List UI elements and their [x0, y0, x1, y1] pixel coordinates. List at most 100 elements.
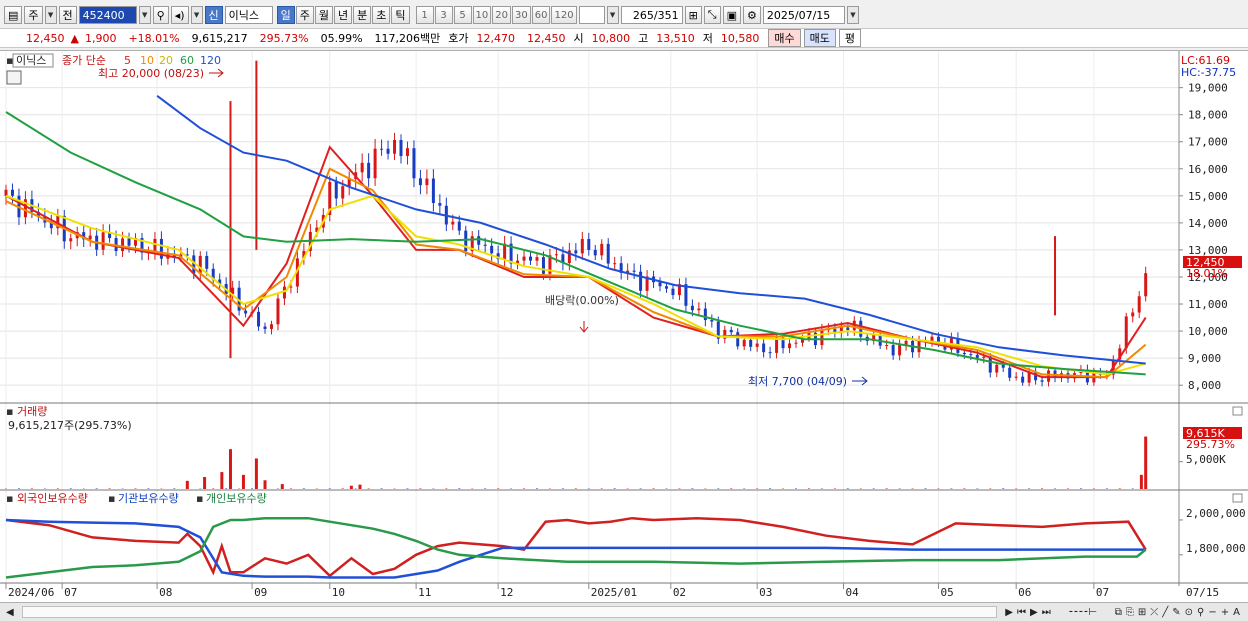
interval-custom-field[interactable] — [578, 6, 605, 24]
tool-rect-icon[interactable]: ⧉ — [1113, 607, 1124, 618]
zoom-icon[interactable]: ⤡ — [703, 6, 721, 24]
candle-body — [380, 148, 384, 150]
candle-body — [710, 320, 714, 322]
candle-body — [431, 178, 435, 204]
xtick-label-2: 08 — [159, 586, 172, 599]
candle-body — [367, 162, 371, 179]
chart-area[interactable]: 8,000 9,000 10,000 11,000 12,000 13,000 14,000… — [0, 50, 1248, 602]
scroll-first-icon[interactable]: ⏮ — [1015, 607, 1028, 618]
period-tab-1[interactable]: 주 — [295, 6, 314, 24]
interval-dropdown-icon[interactable]: ▼ — [606, 6, 619, 24]
candle-body — [10, 189, 14, 196]
candle-body — [1137, 296, 1141, 313]
ytick-label-9000: 9,000 — [1188, 352, 1221, 365]
candle-body — [846, 327, 850, 331]
window-menu-icon[interactable]: ▤ — [4, 6, 23, 24]
gear-icon[interactable]: ⚙ — [743, 6, 761, 24]
sell-button[interactable]: 매도 — [803, 29, 836, 47]
holding-legend-foreign: 외국인보유수량 — [17, 492, 88, 505]
candle-body — [1001, 364, 1005, 368]
interval-tab-60[interactable]: 60 — [531, 6, 551, 24]
scroll-right-icon[interactable]: ▶ — [1003, 607, 1015, 618]
price-change: 1,900 — [84, 31, 117, 45]
date-field[interactable]: 2025/07/15 — [762, 6, 845, 24]
scroll-left-icon[interactable]: ◀ — [4, 607, 16, 618]
save-icon[interactable]: ▣ — [722, 6, 742, 24]
candle-body — [399, 140, 403, 157]
period-tab-6[interactable]: 틱 — [391, 6, 410, 24]
candle-body — [522, 256, 526, 261]
candle-body — [580, 238, 584, 254]
count-field[interactable]: 265/351 — [620, 6, 683, 24]
type-select[interactable]: 전 — [58, 6, 77, 24]
sound-dropdown-icon[interactable]: ▼ — [190, 6, 203, 24]
period-tab-3[interactable]: 년 — [334, 6, 353, 24]
tool-copy-icon[interactable]: ⎘ — [1124, 607, 1136, 618]
interval-tabs: 1 3 5 10 20 30 60 120 — [415, 6, 577, 24]
volume-bar-small — [108, 488, 111, 489]
eval-button[interactable]: 평 — [838, 29, 862, 47]
interval-tab-1[interactable]: 1 — [415, 6, 434, 24]
candle-body — [736, 332, 740, 347]
tool-line-icon[interactable]: ╱ — [1160, 607, 1170, 618]
period-tab-5[interactable]: 초 — [372, 6, 391, 24]
interval-tab-20[interactable]: 20 — [492, 6, 512, 24]
interval-tab-30[interactable]: 30 — [512, 6, 531, 24]
market-dropdown-icon[interactable]: ▼ — [44, 6, 57, 24]
bottom-scrollbar[interactable]: ◀ ▶ ⏮ ▶ ⏭ ⁃⁃⁃⁃⊢ ⧉ ⎘ ⊞ ⤫ ╱ ✎ ⊙ ⚲ − + A — [0, 602, 1248, 621]
candle-body — [341, 186, 345, 199]
volume-bar-8 — [349, 485, 353, 489]
sound-icon[interactable]: ◂) — [170, 6, 189, 24]
holding-line-1 — [5, 518, 1146, 579]
code-dropdown-icon[interactable]: ▼ — [138, 6, 151, 24]
volume-bar-small — [497, 488, 500, 489]
volume-axis-label: 5,000K — [1186, 453, 1226, 466]
interval-tab-5[interactable]: 5 — [453, 6, 472, 24]
zoom-slider[interactable]: ⁃⁃⁃⁃⊢ — [1053, 607, 1113, 618]
tool-pen-icon[interactable]: ✎ — [1170, 607, 1182, 618]
zoom-in-icon[interactable]: + — [1219, 607, 1231, 618]
code-input[interactable]: 452400 — [78, 6, 137, 24]
volume-close-icon[interactable] — [1232, 406, 1243, 416]
period-tab-2[interactable]: 월 — [314, 6, 334, 24]
zoom-out-icon[interactable]: − — [1206, 607, 1218, 618]
table-icon[interactable] — [6, 70, 22, 85]
candle-body — [334, 181, 338, 199]
interval-tab-120[interactable]: 120 — [551, 6, 577, 24]
volume-bar-small — [30, 488, 33, 489]
candle-body — [360, 162, 364, 173]
chart-svg[interactable]: 8,0009,00010,00011,00012,00013,00014,000… — [0, 51, 1248, 603]
scroll-last-icon[interactable]: ⏭ — [1040, 607, 1053, 618]
holding-close-icon[interactable] — [1232, 493, 1243, 503]
tool-chart-icon[interactable]: ⊞ — [1136, 607, 1148, 618]
period-tab-4[interactable]: 분 — [353, 6, 372, 24]
buy-button[interactable]: 매수 — [768, 29, 801, 47]
legend-ma-label: 종가 단순 — [62, 54, 106, 67]
tool-x-icon[interactable]: ⤫ — [1148, 607, 1160, 618]
period-tab-0[interactable]: 일 — [276, 6, 295, 24]
market-select[interactable]: 주 — [24, 6, 43, 24]
scroll-track[interactable] — [21, 606, 998, 618]
candle-body — [289, 286, 293, 288]
candle-body — [1040, 380, 1044, 382]
candle-body — [483, 244, 487, 246]
candle-body — [891, 345, 895, 356]
tool-search-icon[interactable]: ⚲ — [1195, 607, 1206, 618]
tool-target-icon[interactable]: ⊙ — [1183, 607, 1195, 618]
current-price: 12,450 — [26, 31, 65, 45]
interval-tab-10[interactable]: 10 — [472, 6, 492, 24]
volume-bar-2 — [220, 472, 224, 489]
date-dropdown-icon[interactable]: ▼ — [846, 6, 859, 24]
count-total: /351 — [653, 8, 679, 22]
low-annotation: 최저 7,700 (04/09) — [748, 375, 847, 388]
bid-price: 12,450 — [527, 31, 566, 45]
interval-tab-3[interactable]: 3 — [434, 6, 453, 24]
ytick-label-19000: 19,000 — [1188, 82, 1228, 95]
grid-icon[interactable]: ⊞ — [684, 6, 702, 24]
volume-bars — [5, 436, 1183, 489]
candle-body — [457, 221, 461, 231]
search-icon[interactable]: ⚲ — [152, 6, 169, 24]
volume-bar-small — [419, 488, 422, 489]
scroll-play-icon[interactable]: ▶ — [1028, 607, 1040, 618]
font-size-icon[interactable]: A — [1231, 607, 1242, 618]
